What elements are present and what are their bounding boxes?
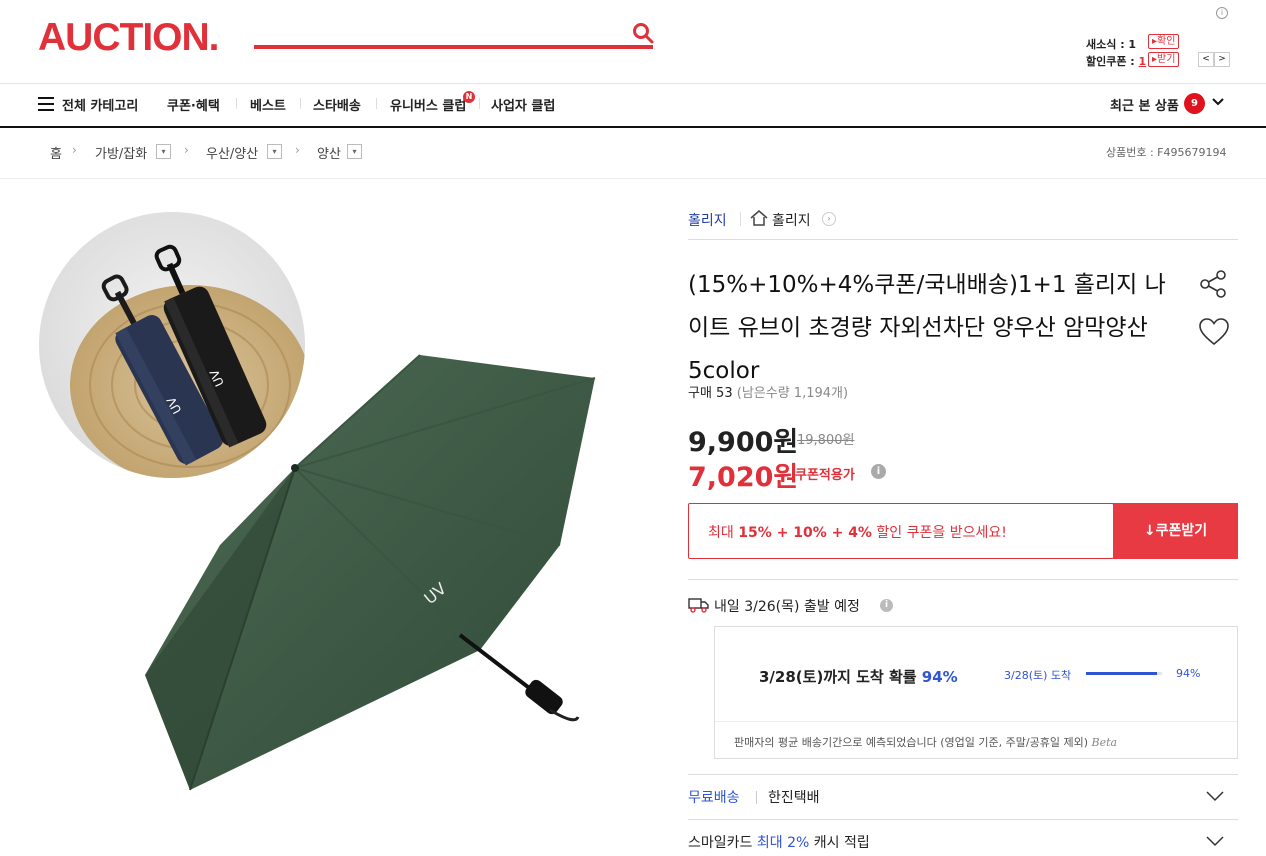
- auction-logo[interactable]: AUCTION.: [38, 16, 219, 60]
- truck-icon: [688, 598, 709, 613]
- breadcrumb-level-2[interactable]: 우산/양산: [206, 143, 258, 162]
- beta-label: Beta: [1091, 736, 1118, 749]
- delivery-estimate-title: 3/28(토)까지 도착 확률 94%: [759, 666, 958, 687]
- eta-progress-percent: 94%: [1176, 667, 1201, 680]
- card-divider: [688, 819, 1238, 820]
- nav-top-divider: [0, 83, 1266, 84]
- nav-separator: [300, 98, 301, 109]
- breadcrumb-level-1[interactable]: 가방/잡화: [95, 143, 147, 162]
- chevron-down-icon[interactable]: ▾: [267, 144, 282, 159]
- eta-progress-fill: [1086, 672, 1158, 675]
- breadcrumb-arrow-icon: ›: [72, 143, 77, 157]
- chevron-down-icon[interactable]: [1206, 834, 1224, 848]
- purchase-count: 구매 53 (남은수량 1,194개): [688, 382, 848, 401]
- nav-best[interactable]: 베스트: [250, 95, 286, 114]
- card-suffix: 캐시 적립: [809, 835, 870, 851]
- new-badge: N: [463, 91, 475, 103]
- nav-star-delivery[interactable]: 스타배송: [313, 95, 361, 114]
- info-icon[interactable]: i: [1216, 7, 1228, 19]
- info-icon[interactable]: i: [880, 599, 893, 612]
- next-arrow-button[interactable]: >: [1214, 52, 1230, 67]
- recent-viewed-count: 9: [1184, 93, 1205, 114]
- info-icon[interactable]: i: [871, 464, 886, 479]
- share-icon[interactable]: [1198, 269, 1228, 299]
- coupon-msg-rates: 15% + 10% + 4%: [738, 525, 872, 541]
- coupon-message: 최대 15% + 10% + 4% 할인 쿠폰을 받으세요!: [708, 522, 1007, 542]
- search-icon[interactable]: [631, 21, 655, 45]
- coupon-price: 7,020원: [688, 462, 799, 493]
- nav-bottom-divider: [0, 126, 1266, 128]
- nav-business-club[interactable]: 사업자 클럽: [491, 95, 555, 114]
- card-highlight: 최대 2%: [756, 835, 810, 851]
- nav-separator: [376, 98, 377, 109]
- eta-text: 3/28(토)까지 도착 확률: [759, 668, 922, 686]
- nav-universe-club[interactable]: 유니버스 클럽: [390, 95, 466, 114]
- nav-separator: [479, 98, 480, 109]
- breadcrumb-arrow-icon: ›: [184, 143, 189, 157]
- coupon-msg-suffix: 할인 쿠폰을 받으세요!: [871, 525, 1007, 541]
- nav-coupon-benefits[interactable]: 쿠폰·혜택: [167, 95, 220, 114]
- nav-all-categories[interactable]: 전체 카테고리: [62, 95, 138, 114]
- coupon-applied-label: 쿠폰적용가: [795, 468, 855, 483]
- eta-note-text: 판매자의 평균 배송기간으로 예측되었습니다 (영업일 기준, 주말/공휴일 제…: [734, 736, 1092, 749]
- coupon-label-text: 할인쿠폰 :: [1086, 55, 1139, 68]
- search-input[interactable]: [254, 45, 653, 49]
- seller-name-link[interactable]: 홀리지: [772, 210, 811, 230]
- coupon-divider: [688, 579, 1238, 580]
- recent-viewed-label[interactable]: 최근 본 상품: [1110, 95, 1179, 114]
- departure-date: 내일 3/26(목) 출발 예정: [714, 599, 860, 615]
- coupon-count: 1: [1138, 55, 1147, 68]
- courier-name: 한진택배: [768, 790, 820, 806]
- card-prefix: 스마일카드: [688, 835, 757, 851]
- prev-arrow-button[interactable]: <: [1198, 52, 1214, 67]
- sale-price: 9,900원: [688, 427, 799, 458]
- seller-divider-line: [688, 239, 1238, 240]
- coupon-label: 할인쿠폰 : 1: [1086, 53, 1146, 69]
- eta-date-label: 3/28(토) 도착: [1004, 669, 1072, 682]
- original-price: 19,800원: [797, 433, 855, 448]
- stock-remaining: (남은수량 1,194개): [736, 386, 849, 401]
- seller-divider: [740, 212, 741, 226]
- breadcrumb-arrow-icon: ›: [295, 143, 300, 157]
- nav-separator: [236, 98, 237, 109]
- coupon-get-label: 받기: [1157, 54, 1176, 65]
- seller-store-link[interactable]: 홀리지: [688, 210, 727, 230]
- download-arrow-icon: ↓: [1143, 523, 1156, 539]
- smile-card-benefit: 스마일카드 최대 2% 캐시 적립: [688, 832, 870, 852]
- eta-probability: 94%: [921, 668, 958, 686]
- coupon-msg-prefix: 최대: [708, 525, 739, 541]
- news-confirm-button[interactable]: ▸확인: [1148, 34, 1180, 49]
- heart-icon[interactable]: [1198, 317, 1230, 347]
- coupon-download-label: 쿠폰받기: [1155, 523, 1208, 539]
- free-shipping-label: 무료배송: [688, 790, 740, 806]
- breadcrumb-home[interactable]: 홈: [50, 143, 62, 162]
- breadcrumb-level-3[interactable]: 양산: [317, 143, 341, 162]
- eta-divider: [715, 721, 1237, 722]
- hamburger-icon[interactable]: [38, 97, 54, 111]
- product-number: 상품번호 : F495679194: [1106, 146, 1227, 159]
- news-label: 새소식 : 1: [1086, 38, 1137, 51]
- chevron-down-icon[interactable]: ▾: [347, 144, 362, 159]
- news-confirm-label: 확인: [1157, 36, 1176, 47]
- shipping-divider: [688, 774, 1238, 775]
- chevron-down-icon[interactable]: [1210, 94, 1226, 110]
- breadcrumb-divider: [0, 178, 1266, 179]
- product-title: (15%+10%+4%쿠폰/국내배송)1+1 홀리지 나이트 유브이 초경량 자…: [688, 272, 1166, 384]
- home-icon[interactable]: [750, 210, 768, 226]
- shipping-separator: [756, 791, 757, 804]
- product-image[interactable]: UV UV UV: [30, 205, 650, 825]
- coupon-download-button[interactable]: ↓쿠폰받기: [1113, 503, 1238, 559]
- chevron-right-icon[interactable]: ›: [822, 212, 836, 226]
- chevron-down-icon[interactable]: [1206, 789, 1224, 803]
- purchase-count-text: 구매 53: [688, 386, 733, 401]
- coupon-get-button[interactable]: ▸받기: [1148, 52, 1180, 67]
- chevron-down-icon[interactable]: ▾: [156, 144, 171, 159]
- eta-note: 판매자의 평균 배송기간으로 예측되었습니다 (영업일 기준, 주말/공휴일 제…: [734, 734, 1117, 750]
